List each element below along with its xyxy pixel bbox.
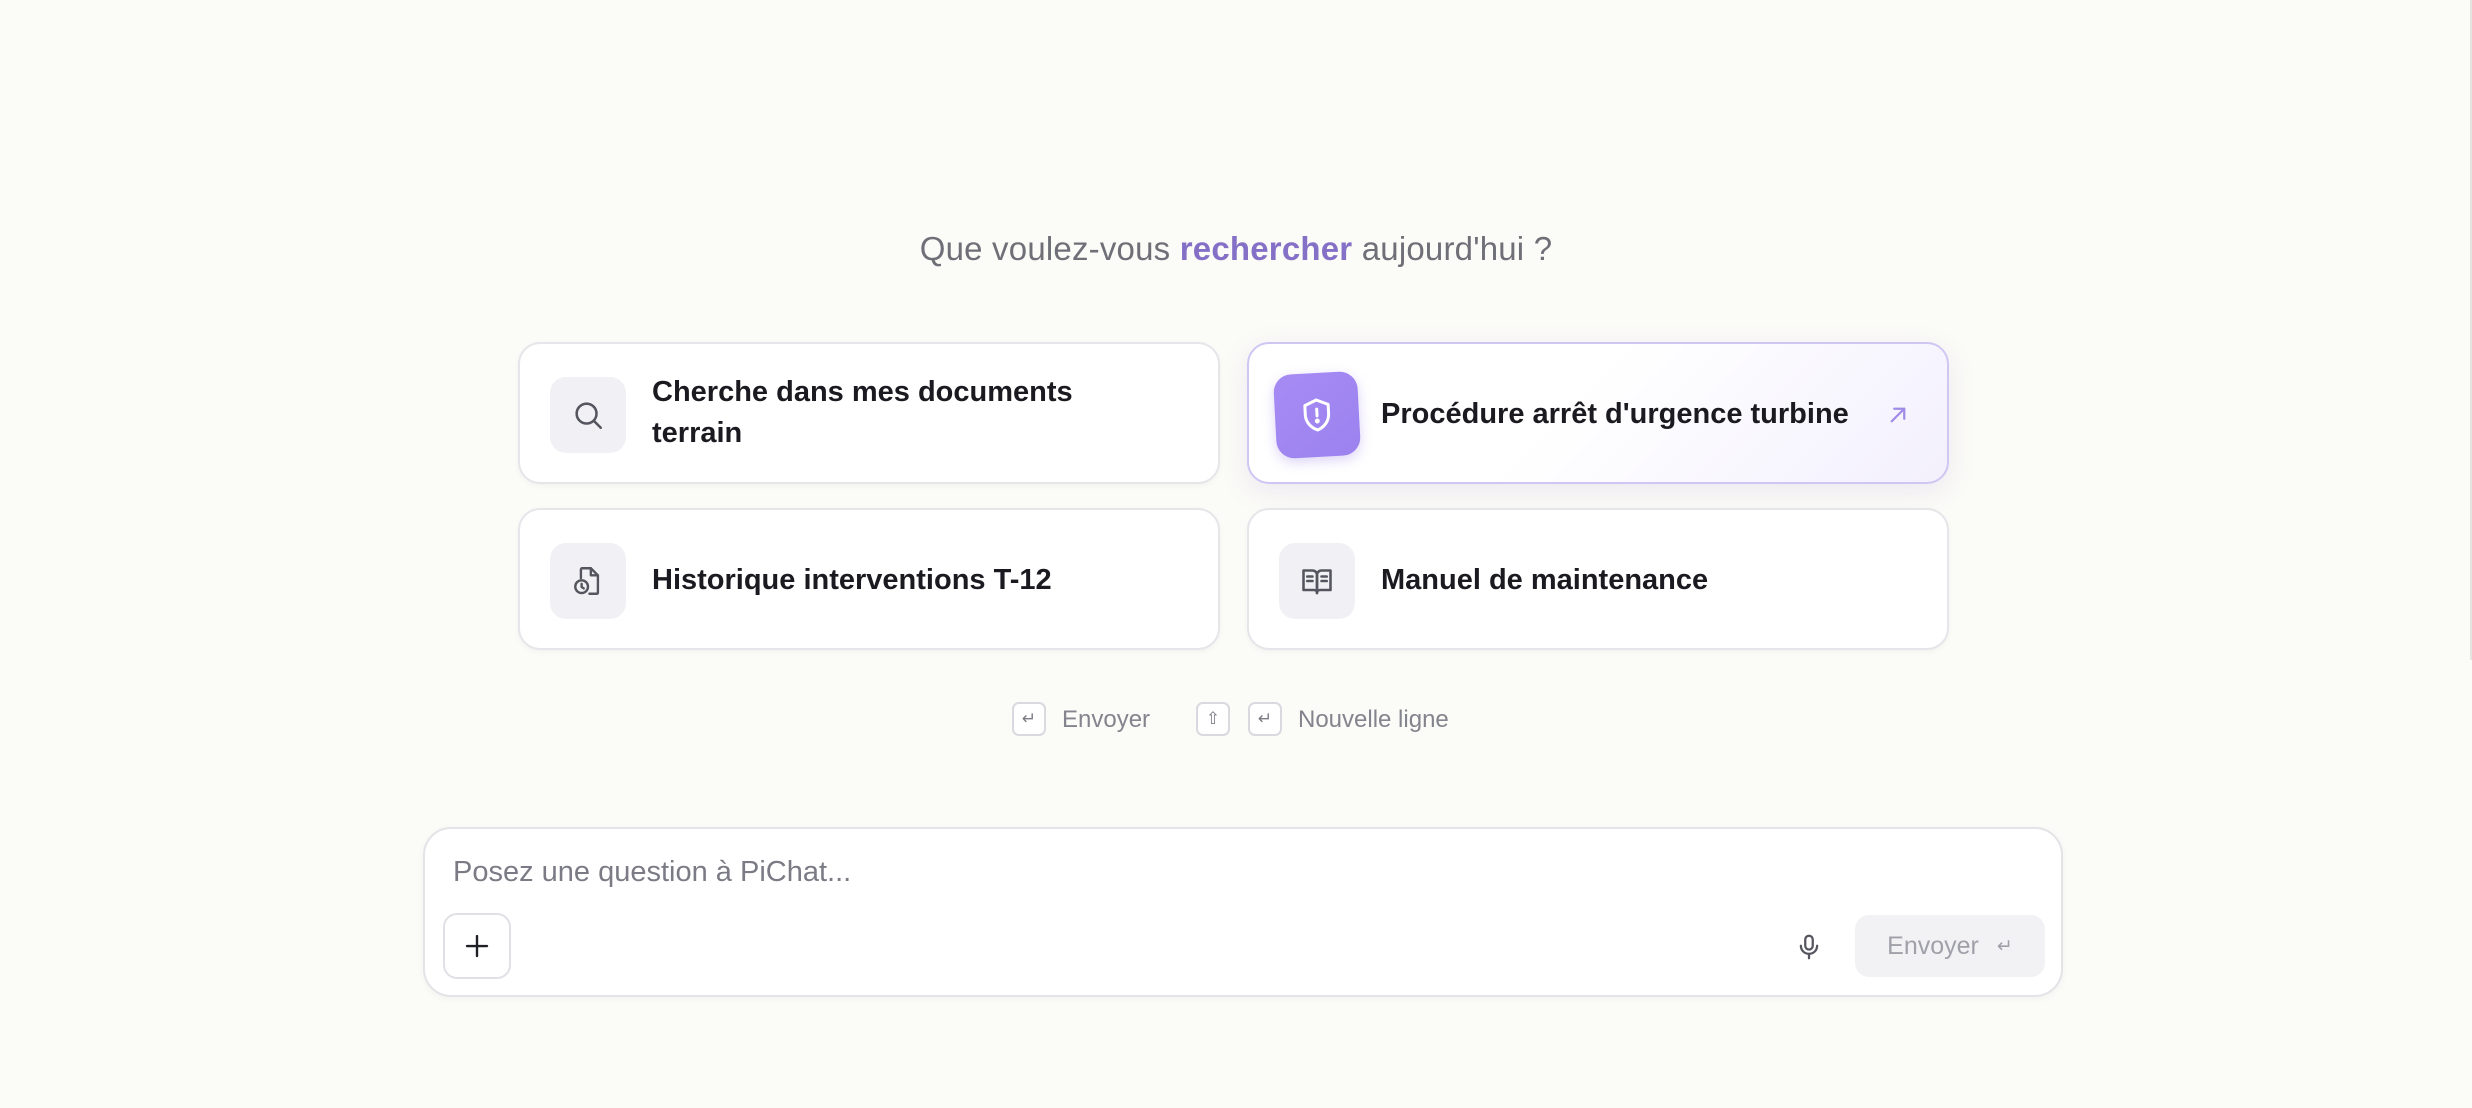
send-hint-label: Envoyer bbox=[1062, 706, 1151, 733]
headline-accent: rechercher bbox=[1179, 230, 1353, 267]
suggestion-label: Manuel de maintenance bbox=[1381, 564, 1709, 596]
enter-key-icon: ↵ bbox=[1012, 702, 1046, 736]
page: Que voulez-vous rechercher aujourd'hui ?… bbox=[0, 0, 2472, 1108]
plus-icon bbox=[465, 934, 489, 958]
microphone-button[interactable] bbox=[1787, 925, 1831, 969]
open-book-icon bbox=[1279, 543, 1355, 619]
attach-button[interactable] bbox=[443, 913, 511, 979]
shift-key-icon: ⇧ bbox=[1196, 702, 1230, 736]
suggestion-card-search-documents[interactable]: Cherche dans mes documents terrain bbox=[518, 342, 1220, 484]
keyboard-hints: ↵ Envoyer ⇧ ↵ Nouvelle ligne bbox=[0, 700, 2472, 742]
suggestion-card-maintenance-manual[interactable]: Manuel de maintenance bbox=[1247, 508, 1949, 650]
suggestion-card-emergency-procedure[interactable]: Procédure arrêt d'urgence turbine bbox=[1247, 342, 1949, 484]
send-button-label: Envoyer bbox=[1887, 931, 1979, 960]
microphone-icon bbox=[1799, 934, 1819, 960]
enter-key-icon: ↵ bbox=[1996, 935, 2013, 957]
shield-alert-icon bbox=[1272, 370, 1362, 460]
headline-suffix: aujourd'hui ? bbox=[1361, 230, 1553, 267]
enter-key-icon: ↵ bbox=[1248, 702, 1282, 736]
headline-prefix: Que voulez-vous bbox=[919, 230, 1171, 267]
suggestion-label: Procédure arrêt d'urgence turbine bbox=[1381, 398, 1849, 430]
arrow-up-right-icon bbox=[1883, 400, 1913, 430]
file-history-icon bbox=[550, 543, 626, 619]
search-icon bbox=[550, 377, 626, 453]
page-title: Que voulez-vous rechercher aujourd'hui ? bbox=[0, 230, 2472, 268]
send-button[interactable]: Envoyer ↵ bbox=[1855, 915, 2045, 977]
suggestion-label: Historique interventions T-12 bbox=[652, 564, 1052, 596]
chat-composer: Envoyer ↵ bbox=[423, 827, 2063, 997]
suggestion-card-intervention-history[interactable]: Historique interventions T-12 bbox=[518, 508, 1220, 650]
suggestion-label: Cherche dans mes documents terrain bbox=[652, 376, 1073, 449]
newline-hint-label: Nouvelle ligne bbox=[1298, 706, 1449, 733]
chat-input[interactable] bbox=[451, 851, 1955, 893]
